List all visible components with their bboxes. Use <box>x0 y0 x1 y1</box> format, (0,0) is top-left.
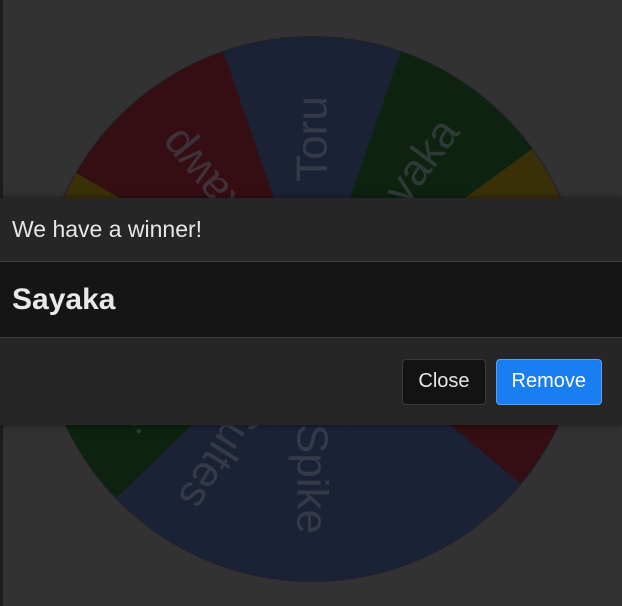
close-button[interactable]: Close <box>402 358 486 405</box>
wheel-slice-label: Spike <box>288 424 337 534</box>
remove-button[interactable]: Remove <box>495 358 602 405</box>
wheel-slice-label: Toru <box>288 96 337 182</box>
winner-modal: We have a winner! Sayaka Close Remove <box>0 198 622 425</box>
winner-name: Sayaka <box>12 282 116 316</box>
modal-footer: Close Remove <box>0 338 622 425</box>
modal-header: We have a winner! <box>0 198 622 262</box>
modal-body: Sayaka <box>0 262 622 338</box>
modal-title: We have a winner! <box>12 216 203 242</box>
